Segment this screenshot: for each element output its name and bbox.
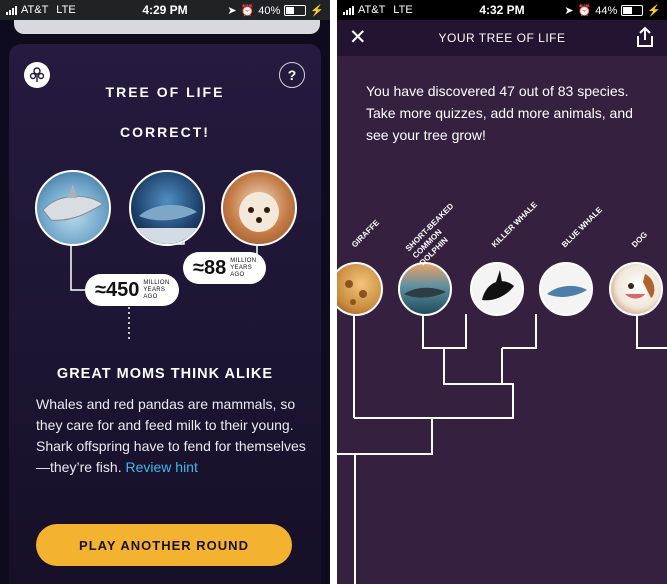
review-hint-link[interactable]: Review hint <box>125 459 197 475</box>
play-another-round-button[interactable]: PLAY ANOTHER ROUND <box>36 524 292 566</box>
location-icon: ➤ <box>227 5 237 17</box>
divergence-badge-450: ≈450 MILLION YEARS AGO <box>85 274 180 306</box>
blue-whale-photo <box>129 170 205 246</box>
shark-photo <box>35 170 111 246</box>
battery-icon <box>284 5 307 16</box>
your-tree-of-life-screen: AT&T LTE 4:32 PM ➤ ⏰ 44% ⚡ ✕ YOUR TREE O… <box>337 0 667 584</box>
result-card: ? TREE OF LIFE CORRECT! ≈450 MILLION YEAR… <box>9 44 321 584</box>
species-killer-whale[interactable] <box>470 262 524 316</box>
species-blue-whale[interactable] <box>539 262 593 316</box>
battery-percent: 40% <box>258 4 281 17</box>
red-panda-photo <box>221 170 297 246</box>
species-short-beaked-common-dolphin[interactable] <box>398 262 452 316</box>
divergence-badge-88: ≈88 MILLION YEARS AGO <box>183 252 267 284</box>
screenshot-divider <box>330 0 337 584</box>
previous-card-edge <box>14 20 320 34</box>
charging-icon: ⚡ <box>310 5 324 17</box>
result-explanation: Whales and red pandas are mammals, so th… <box>36 396 306 475</box>
species-dog[interactable] <box>609 262 663 316</box>
tree-of-life-result-screen: AT&T LTE 4:29 PM ➤ ⏰ 40% ⚡ ? TREE OF LIF… <box>0 0 330 584</box>
status-bar: AT&T LTE 4:29 PM ➤ ⏰ 40% ⚡ <box>0 0 330 20</box>
alarm-icon: ⏰ <box>240 5 255 17</box>
result-headline: GREAT MOMS THINK ALIKE <box>56 366 274 382</box>
